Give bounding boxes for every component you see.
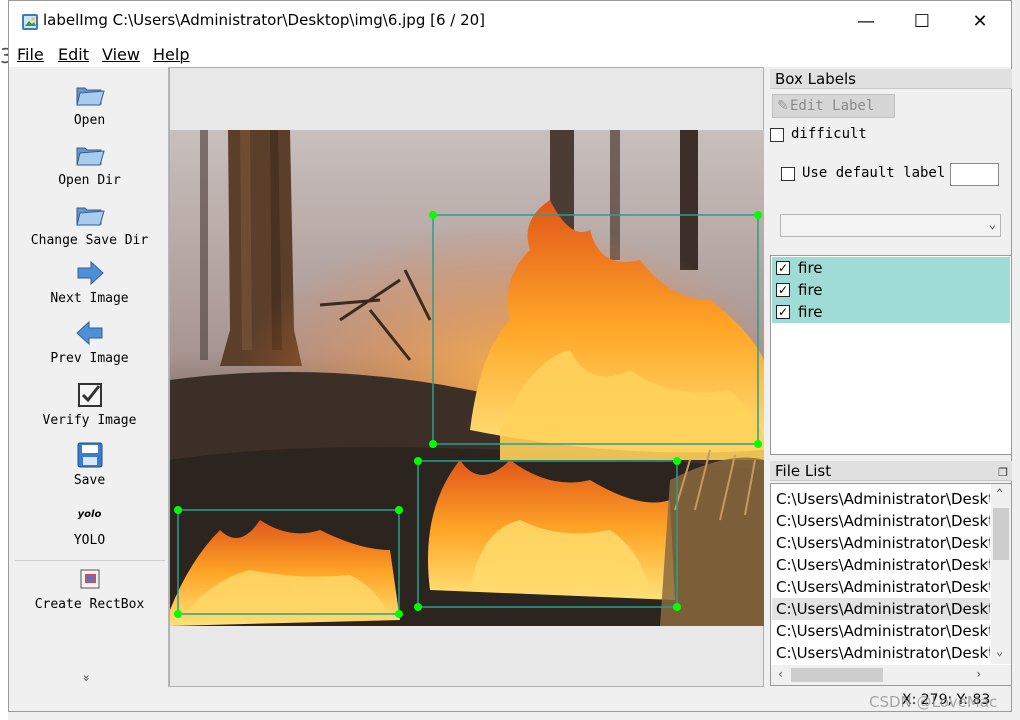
annotated-image[interactable] bbox=[170, 130, 764, 626]
list-item-file[interactable]: C:\Users\Administrator\Deskt bbox=[772, 642, 990, 664]
difficult-label: difficult bbox=[791, 126, 867, 142]
undock-icon[interactable]: ❐ bbox=[998, 463, 1008, 483]
menu-bar: File Edit View Help bbox=[9, 41, 1011, 67]
open-button[interactable]: Open bbox=[11, 79, 168, 128]
format-yolo-button[interactable]: yolo YOLO bbox=[11, 505, 168, 548]
folder-open-icon bbox=[75, 87, 105, 106]
save-button[interactable]: Save bbox=[11, 439, 168, 488]
create-rectbox-label: Create RectBox bbox=[34, 597, 145, 612]
yolo-icon: yolo bbox=[77, 509, 102, 520]
save-label: Save bbox=[73, 473, 106, 488]
scroll-down-icon[interactable]: ⌄ bbox=[996, 644, 1003, 658]
label-list: ✓ fire ✓ fire ✓ fire bbox=[770, 255, 1012, 455]
default-label-input[interactable] bbox=[950, 163, 999, 186]
watermark-text: CSDN @LoveMac bbox=[869, 693, 998, 711]
prev-image-button[interactable]: Prev Image bbox=[11, 317, 168, 366]
arrow-right-icon bbox=[77, 260, 104, 286]
maximize-button[interactable]: ☐ bbox=[899, 7, 945, 37]
checkbox-verify-icon bbox=[77, 383, 102, 407]
list-item-file[interactable]: C:\Users\Administrator\Deskt bbox=[772, 510, 990, 532]
list-item-file-selected[interactable]: C:\Users\Administrator\Deskt bbox=[772, 598, 990, 620]
maximize-icon: ☐ bbox=[913, 11, 931, 32]
open-label: Open bbox=[73, 113, 106, 128]
chevron-more-icon[interactable]: » bbox=[80, 674, 94, 681]
label-text: fire bbox=[798, 259, 823, 277]
folder-open-icon bbox=[75, 207, 105, 226]
horizontal-scroll-thumb[interactable] bbox=[791, 668, 883, 682]
image-canvas[interactable] bbox=[169, 67, 764, 687]
close-icon: ✕ bbox=[972, 11, 988, 32]
horizontal-scrollbar[interactable]: ‹ › bbox=[771, 665, 1011, 685]
create-rectbox-button[interactable]: Create RectBox bbox=[11, 567, 168, 612]
label-checkbox[interactable]: ✓ bbox=[776, 283, 790, 297]
file-list-title: File List ❐ bbox=[770, 461, 1012, 481]
edit-label-button[interactable]: ✎Edit Label bbox=[772, 94, 895, 118]
use-default-label-checkbox[interactable] bbox=[781, 167, 795, 181]
label-checkbox[interactable]: ✓ bbox=[776, 261, 790, 275]
next-image-label: Next Image bbox=[50, 291, 129, 306]
change-save-dir-button[interactable]: Change Save Dir bbox=[11, 199, 168, 248]
folder-open-icon bbox=[75, 147, 105, 166]
minimize-button[interactable]: — bbox=[843, 7, 889, 37]
edit-label-text: Edit Label bbox=[790, 98, 875, 114]
open-dir-label: Open Dir bbox=[58, 173, 121, 188]
difficult-checkbox[interactable] bbox=[770, 128, 784, 142]
labelimg-window: labelImg C:\Users\Administrator\Desktop\… bbox=[8, 0, 1012, 712]
list-item-label[interactable]: ✓ fire bbox=[772, 279, 1010, 301]
status-bar bbox=[9, 687, 1011, 711]
rectbox-icon bbox=[80, 569, 99, 589]
floppy-save-icon bbox=[77, 442, 102, 468]
label-checkbox[interactable]: ✓ bbox=[776, 305, 790, 319]
label-combobox[interactable]: ⌄ bbox=[780, 214, 1001, 237]
verify-image-button[interactable]: Verify Image bbox=[11, 379, 168, 428]
open-dir-button[interactable]: Open Dir bbox=[11, 139, 168, 188]
list-item-label[interactable]: ✓ fire bbox=[772, 301, 1010, 323]
format-label: YOLO bbox=[73, 533, 106, 548]
list-item-label[interactable]: ✓ fire bbox=[772, 257, 1010, 279]
menu-edit[interactable]: Edit bbox=[58, 45, 89, 64]
list-item-file[interactable]: C:\Users\Administrator\Deskt bbox=[772, 554, 990, 576]
arrow-left-icon bbox=[75, 320, 102, 346]
file-list-title-text: File List bbox=[775, 462, 832, 480]
edit-pencil-icon: ✎ bbox=[777, 98, 789, 114]
scroll-right-icon[interactable]: › bbox=[975, 667, 982, 681]
scroll-left-icon[interactable]: ‹ bbox=[777, 667, 784, 681]
toolbar-separator bbox=[15, 560, 165, 561]
toolbar: Open Open Dir Change Save Dir Next Image bbox=[11, 67, 169, 687]
background-desktop bbox=[0, 0, 8, 720]
list-item-file[interactable]: C:\Users\Administrator\Deskt bbox=[772, 576, 990, 598]
close-button[interactable]: ✕ bbox=[957, 7, 1003, 37]
verify-image-label: Verify Image bbox=[42, 413, 137, 428]
use-default-label-text: Use default label bbox=[802, 165, 946, 181]
change-save-dir-label: Change Save Dir bbox=[30, 233, 149, 248]
scroll-up-icon[interactable]: ⌃ bbox=[996, 486, 1003, 500]
next-image-button[interactable]: Next Image bbox=[11, 257, 168, 306]
label-text: fire bbox=[798, 303, 823, 321]
list-item-file[interactable]: C:\Users\Administrator\Deskt bbox=[772, 488, 990, 510]
menu-help[interactable]: Help bbox=[153, 45, 189, 64]
vertical-scrollbar[interactable]: ⌃ ⌄ bbox=[991, 484, 1011, 664]
minimize-icon: — bbox=[857, 11, 875, 32]
chevron-down-icon: ⌄ bbox=[988, 217, 996, 231]
file-list: C:\Users\Administrator\Deskt C:\Users\Ad… bbox=[770, 483, 1012, 686]
app-icon bbox=[22, 14, 38, 30]
menu-file[interactable]: File bbox=[17, 45, 44, 64]
window-title: labelImg C:\Users\Administrator\Desktop\… bbox=[43, 11, 486, 29]
list-item-file[interactable]: C:\Users\Administrator\Deskt bbox=[772, 620, 990, 642]
vertical-scroll-thumb[interactable] bbox=[993, 508, 1009, 560]
prev-image-label: Prev Image bbox=[50, 351, 129, 366]
list-item-file[interactable]: C:\Users\Administrator\Deskt bbox=[772, 532, 990, 554]
label-text: fire bbox=[798, 281, 823, 299]
box-labels-title: Box Labels bbox=[770, 69, 1012, 89]
menu-view[interactable]: View bbox=[102, 45, 140, 64]
title-bar: labelImg C:\Users\Administrator\Desktop\… bbox=[9, 1, 1011, 41]
